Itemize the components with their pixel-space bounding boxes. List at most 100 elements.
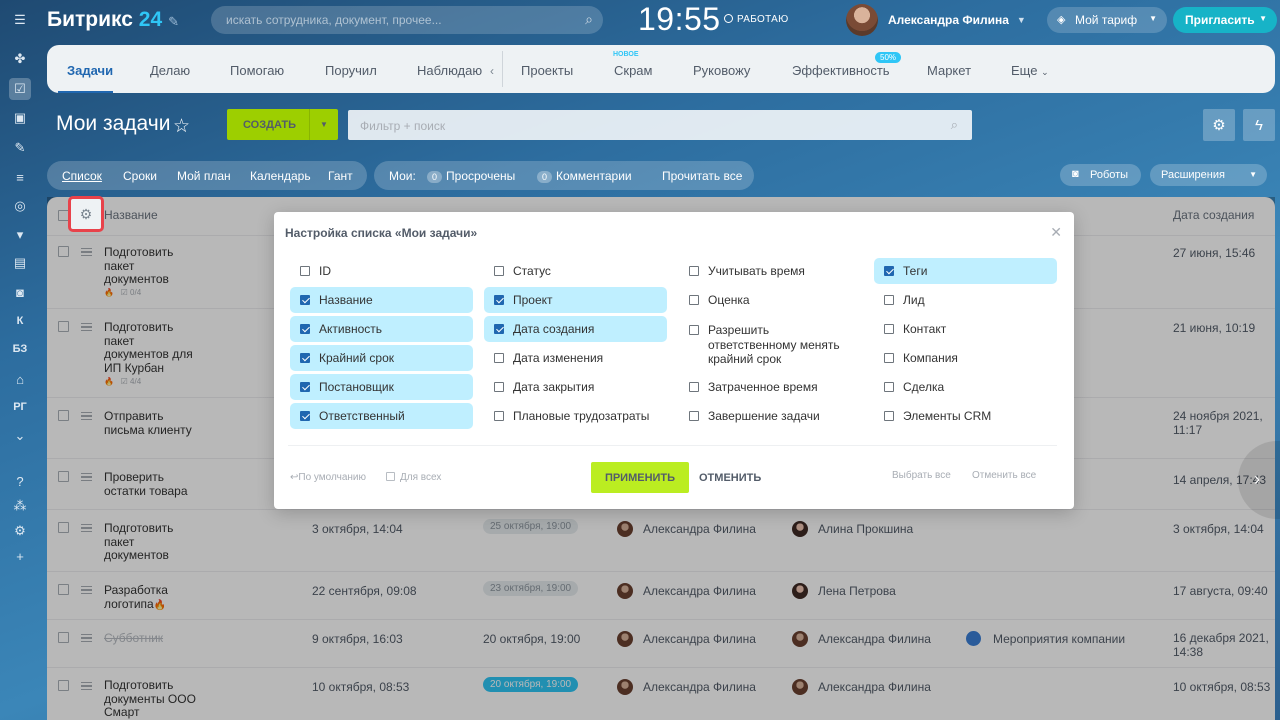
search-input[interactable]: искать сотрудника, документ, прочее... ⌕ bbox=[211, 6, 603, 34]
tab-watching[interactable]: Наблюдаю bbox=[417, 63, 482, 78]
checkbox-icon[interactable] bbox=[884, 382, 894, 392]
column-option[interactable]: Элементы CRM bbox=[874, 403, 1057, 429]
feed-icon[interactable]: ✤ bbox=[0, 45, 40, 73]
close-icon[interactable]: ✕ bbox=[1050, 224, 1062, 241]
cancel-button[interactable]: ОТМЕНИТЬ bbox=[699, 472, 761, 484]
tab-managing[interactable]: Руковожу bbox=[693, 63, 750, 78]
create-button[interactable]: СОЗДАТЬ ▼ bbox=[227, 109, 338, 140]
tab-scrum[interactable]: Скрам bbox=[614, 63, 652, 78]
apply-button[interactable]: ПРИМЕНИТЬ bbox=[591, 462, 689, 493]
work-status[interactable]: РАБОТАЮ bbox=[724, 14, 789, 25]
checkbox-icon[interactable] bbox=[494, 353, 504, 363]
checkbox-icon[interactable] bbox=[884, 324, 894, 334]
help-icon[interactable]: ? bbox=[0, 467, 40, 495]
column-option[interactable]: Контакт bbox=[874, 316, 1057, 342]
column-option[interactable]: Разрешить ответственному менять крайний … bbox=[679, 316, 862, 367]
checkbox-checked-icon[interactable] bbox=[300, 295, 310, 305]
column-option[interactable]: Дата создания bbox=[484, 316, 667, 342]
checkbox-icon[interactable] bbox=[689, 266, 699, 276]
tab-more[interactable]: Еще ⌄ bbox=[1011, 63, 1049, 78]
rail-item-rg[interactable]: РГ bbox=[0, 393, 40, 421]
checkbox-checked-icon[interactable] bbox=[300, 411, 310, 421]
column-option[interactable]: Теги bbox=[874, 258, 1057, 284]
tab-tasks[interactable]: Задачи bbox=[67, 63, 113, 78]
column-option[interactable]: Статус bbox=[484, 258, 667, 284]
box-icon[interactable]: ▣ bbox=[0, 104, 40, 132]
view-calendar[interactable]: Календарь bbox=[250, 169, 311, 183]
filter-search-input[interactable]: Фильтр + поиск ⌕ bbox=[348, 110, 972, 140]
column-option[interactable]: Дата изменения bbox=[484, 345, 667, 371]
chevron-down-circle-icon[interactable]: ⌄ bbox=[0, 422, 40, 450]
robots-button[interactable]: ◙ Роботы bbox=[1060, 164, 1141, 186]
checkbox-checked-icon[interactable] bbox=[494, 324, 504, 334]
checkbox-icon[interactable] bbox=[300, 266, 310, 276]
checkbox-icon[interactable] bbox=[494, 266, 504, 276]
column-option[interactable]: Оценка bbox=[679, 287, 862, 313]
read-all-link[interactable]: Прочитать все bbox=[662, 169, 742, 183]
tab-helping[interactable]: Помогаю bbox=[230, 63, 284, 78]
checkbox-icon[interactable] bbox=[884, 353, 894, 363]
column-option[interactable]: Плановые трудозатраты bbox=[484, 403, 667, 429]
filter-icon[interactable]: ≡ bbox=[0, 163, 40, 191]
column-option[interactable]: ID bbox=[290, 258, 473, 284]
checkbox-icon[interactable] bbox=[494, 411, 504, 421]
grid-settings-gear-icon[interactable]: ⚙ bbox=[68, 196, 104, 232]
checkbox-icon[interactable] bbox=[689, 325, 699, 335]
search-icon[interactable]: ⌕ bbox=[585, 11, 593, 28]
tasks-icon[interactable]: ☑ bbox=[0, 75, 40, 103]
column-option[interactable]: Лид bbox=[874, 287, 1057, 313]
robot-icon[interactable]: ◙ bbox=[0, 278, 40, 306]
tab-market[interactable]: Маркет bbox=[927, 63, 971, 78]
select-all-link[interactable]: Выбрать все bbox=[892, 470, 951, 481]
rail-item-kb[interactable]: БЗ bbox=[0, 335, 40, 363]
tab-doing[interactable]: Делаю bbox=[150, 63, 190, 78]
column-option[interactable]: Проект bbox=[484, 287, 667, 313]
menu-icon[interactable]: ☰ bbox=[0, 6, 40, 34]
column-option[interactable]: Затраченное время bbox=[679, 374, 862, 400]
search-icon[interactable]: ⌕ bbox=[951, 117, 958, 133]
invite-button[interactable]: Пригласить ▼ bbox=[1173, 7, 1277, 33]
add-icon[interactable]: + bbox=[0, 542, 40, 570]
tab-efficiency[interactable]: Эффективность bbox=[792, 63, 890, 78]
checkbox-icon[interactable] bbox=[494, 382, 504, 392]
chevron-down-icon[interactable]: ▼ bbox=[309, 109, 338, 140]
rail-item-k[interactable]: К bbox=[0, 307, 40, 335]
checkbox-icon[interactable] bbox=[884, 411, 894, 421]
settings-icon[interactable]: ⚙ bbox=[0, 517, 40, 545]
checkbox-checked-icon[interactable] bbox=[884, 266, 894, 276]
checkbox-icon[interactable] bbox=[689, 411, 699, 421]
cart-icon[interactable]: ▾ bbox=[0, 221, 40, 249]
column-option[interactable]: Завершение задачи bbox=[679, 403, 862, 429]
checkbox-icon[interactable] bbox=[884, 295, 894, 305]
column-option[interactable]: Ответственный bbox=[290, 403, 473, 429]
checkbox-checked-icon[interactable] bbox=[300, 353, 310, 363]
lightning-button[interactable]: ϟ bbox=[1243, 109, 1275, 141]
column-option[interactable]: Учитывать время bbox=[679, 258, 862, 284]
checkbox-checked-icon[interactable] bbox=[300, 324, 310, 334]
logo[interactable]: Битрикс 24 ✎ bbox=[47, 8, 179, 32]
for-all-checkbox[interactable]: Для всех bbox=[386, 472, 441, 483]
contact-icon[interactable]: ▤ bbox=[0, 249, 40, 277]
pencil-icon[interactable]: ✎ bbox=[168, 14, 179, 29]
extensions-button[interactable]: Расширения ▼ bbox=[1150, 164, 1267, 186]
chevron-left-icon[interactable]: ‹ bbox=[490, 64, 494, 78]
sign-icon[interactable]: ✎ bbox=[0, 134, 40, 162]
column-option[interactable]: Название bbox=[290, 287, 473, 313]
bank-icon[interactable]: ⌂ bbox=[0, 365, 40, 393]
column-option[interactable]: Дата закрытия bbox=[484, 374, 667, 400]
column-option[interactable]: Постановщик bbox=[290, 374, 473, 400]
deselect-all-link[interactable]: Отменить все bbox=[972, 470, 1036, 481]
column-option[interactable]: Крайний срок bbox=[290, 345, 473, 371]
view-gantt[interactable]: Гант bbox=[328, 169, 353, 183]
target-icon[interactable]: ◎ bbox=[0, 192, 40, 220]
checkbox-checked-icon[interactable] bbox=[300, 382, 310, 392]
user-menu[interactable]: Александра Филина ▼ bbox=[846, 4, 1026, 36]
view-my-plan[interactable]: Мой план bbox=[177, 169, 231, 183]
plan-button[interactable]: ◈ Мой тариф ▼ bbox=[1047, 7, 1167, 33]
checkbox-icon[interactable] bbox=[689, 295, 699, 305]
column-option[interactable]: Активность bbox=[290, 316, 473, 342]
tab-assigned[interactable]: Поручил bbox=[325, 63, 377, 78]
reset-default-link[interactable]: ↩По умолчанию bbox=[290, 472, 366, 483]
structure-icon[interactable]: ⁂ bbox=[0, 492, 40, 520]
column-option[interactable]: Сделка bbox=[874, 374, 1057, 400]
